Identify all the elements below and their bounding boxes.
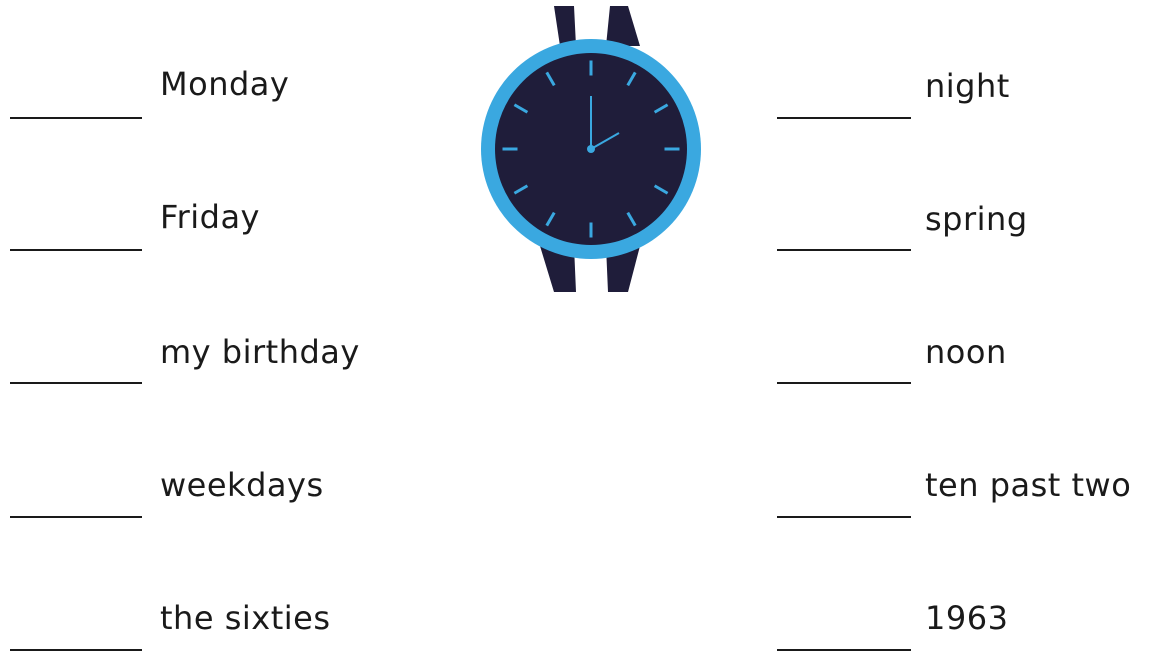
right-item-3: noon — [760, 326, 1157, 386]
item-text: noon — [925, 333, 1007, 371]
item-text: spring — [925, 200, 1028, 238]
answer-blank[interactable] — [777, 649, 911, 651]
answer-blank[interactable] — [777, 117, 911, 119]
item-text: Friday — [160, 198, 260, 236]
right-item-5: 1963 — [760, 592, 1157, 652]
left-item-2: Friday — [0, 193, 420, 253]
item-text: weekdays — [160, 466, 324, 504]
item-text: ten past two — [925, 466, 1132, 504]
answer-blank[interactable] — [777, 516, 911, 518]
answer-blank[interactable] — [777, 249, 911, 251]
item-text: night — [925, 67, 1010, 105]
hand-pivot — [587, 145, 595, 153]
answer-blank[interactable] — [777, 382, 911, 384]
answer-blank[interactable] — [10, 382, 142, 384]
right-item-2: spring — [760, 193, 1157, 253]
left-item-1: Monday — [0, 60, 420, 120]
left-item-4: weekdays — [0, 459, 420, 519]
answer-blank[interactable] — [10, 516, 142, 518]
answer-blank[interactable] — [10, 649, 142, 651]
item-text: 1963 — [925, 599, 1009, 637]
right-item-1: night — [760, 60, 1157, 120]
item-text: my birthday — [160, 333, 360, 371]
item-text: the sixties — [160, 599, 331, 637]
answer-blank[interactable] — [10, 249, 142, 251]
left-item-5: the sixties — [0, 592, 420, 652]
item-text: Monday — [160, 65, 290, 103]
wristwatch-icon — [481, 6, 701, 292]
right-item-4: ten past two — [760, 459, 1157, 519]
answer-blank[interactable] — [10, 117, 142, 119]
left-item-3: my birthday — [0, 326, 420, 386]
